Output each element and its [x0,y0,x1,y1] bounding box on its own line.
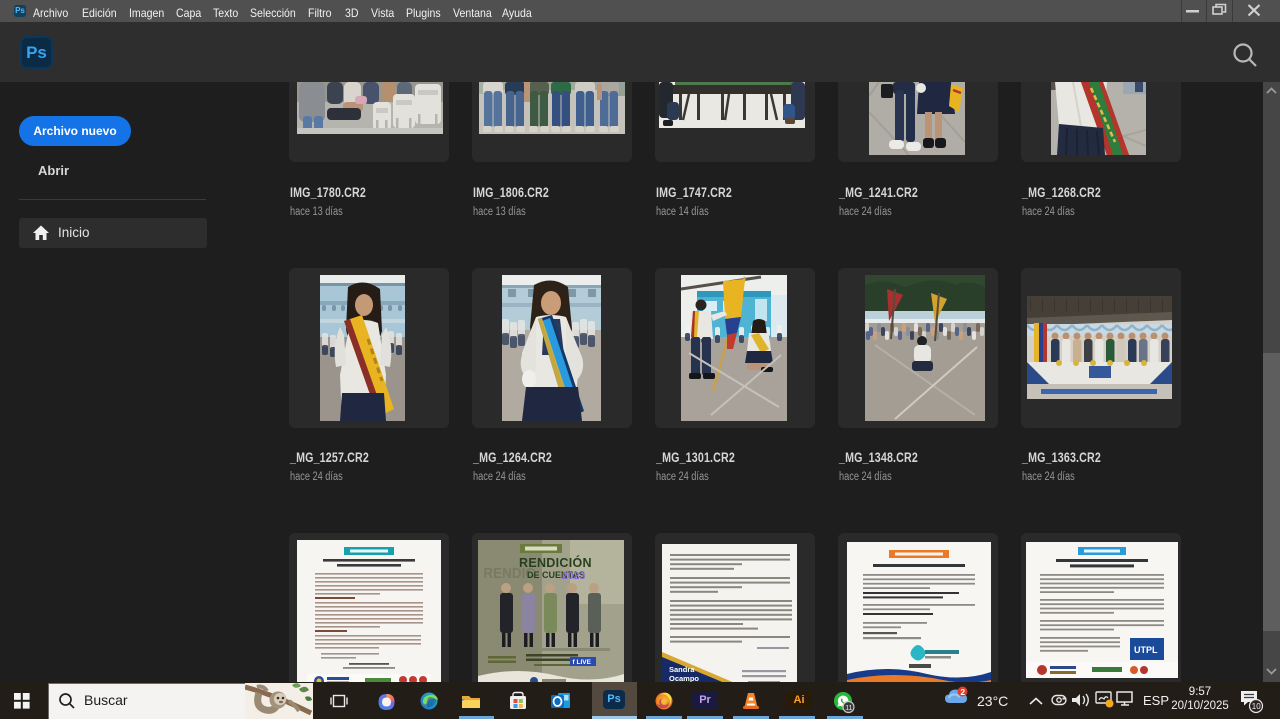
svg-text:10: 10 [1252,702,1261,711]
svg-text:2: 2 [960,687,965,697]
svg-text:11: 11 [845,705,852,712]
